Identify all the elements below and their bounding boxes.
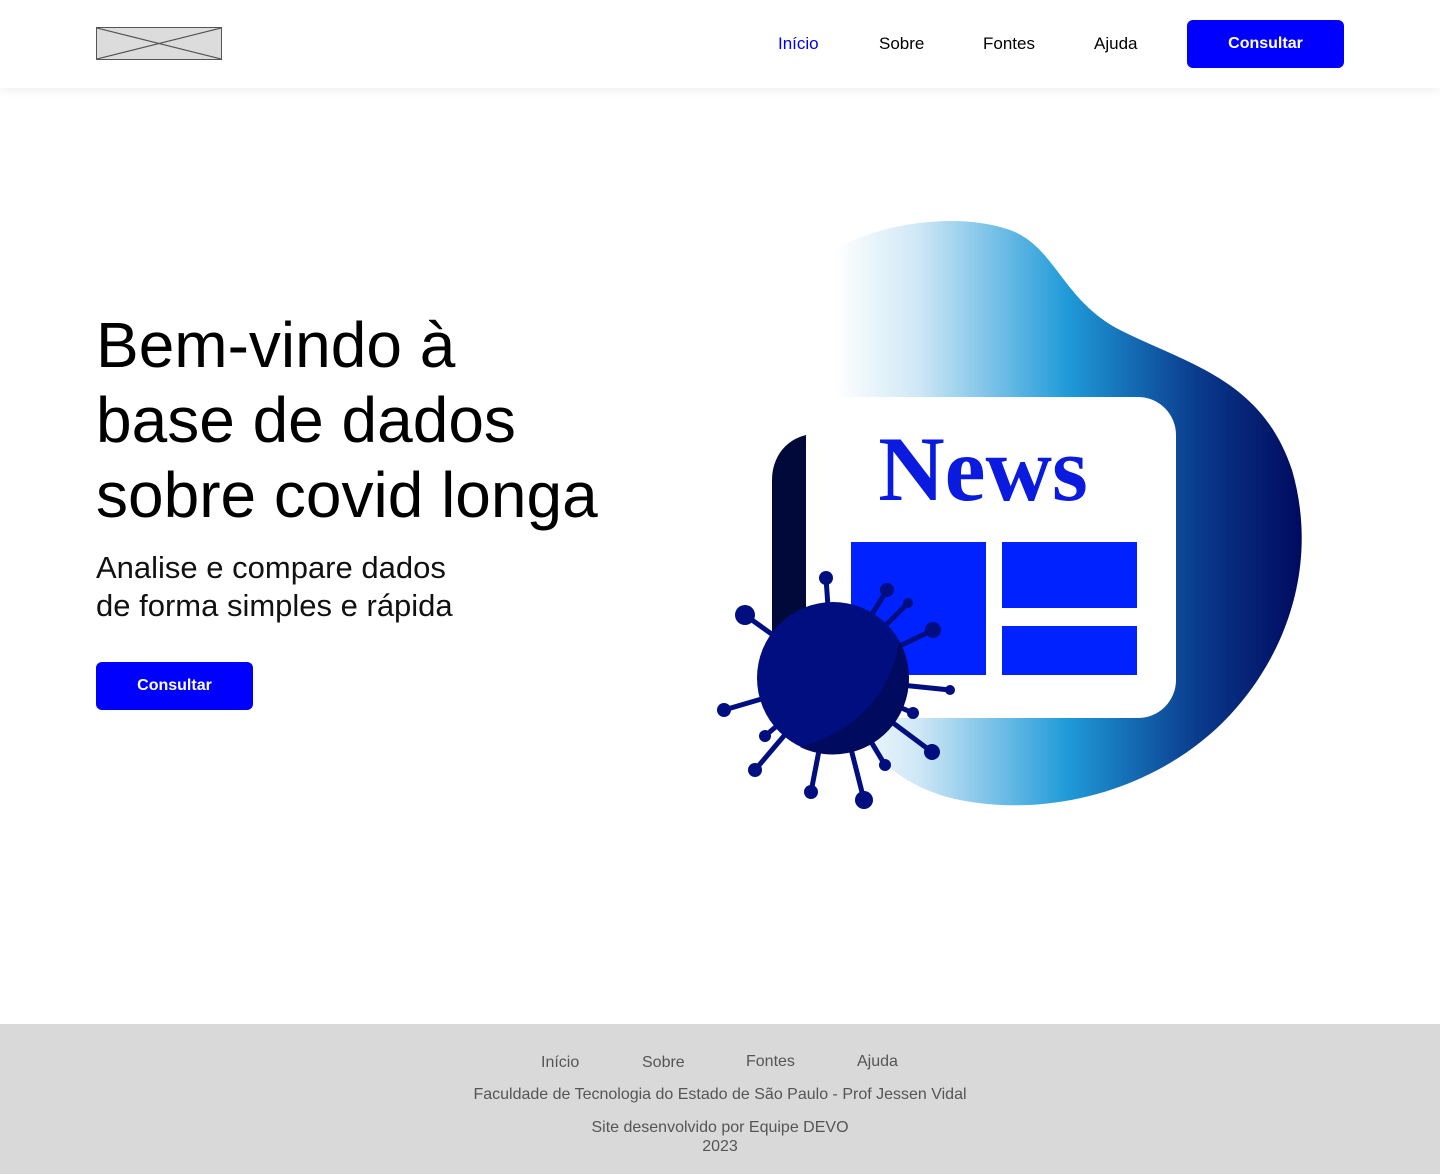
hero-consultar-button[interactable]: Consultar — [96, 662, 253, 710]
footer-link-ajuda[interactable]: Ajuda — [857, 1052, 898, 1072]
nav-link-inicio[interactable]: Início — [778, 33, 819, 55]
hero-subtitle: Analise e compare dados de forma simples… — [96, 549, 596, 625]
nav-link-ajuda[interactable]: Ajuda — [1094, 33, 1137, 55]
footer-link-sobre[interactable]: Sobre — [642, 1053, 685, 1073]
hero-subtitle-line: Analise e compare dados — [96, 550, 446, 585]
site-footer: Início Sobre Fontes Ajuda Faculdade de T… — [0, 1024, 1440, 1174]
footer-year-text: 2023 — [702, 1138, 738, 1155]
header-consultar-button[interactable]: Consultar — [1187, 20, 1344, 68]
hero-subtitle-line: de forma simples e rápida — [96, 588, 453, 623]
site-header: Início Sobre Fontes Ajuda Consultar — [0, 0, 1440, 88]
footer-link-inicio[interactable]: Início — [541, 1053, 579, 1073]
footer-link-fontes[interactable]: Fontes — [746, 1052, 795, 1072]
covid-news-illustration: News — [717, 220, 1302, 809]
hero-title-line: Bem-vindo à — [96, 309, 456, 381]
hero-title-line: sobre covid longa — [96, 459, 598, 531]
logo-placeholder-icon[interactable] — [96, 27, 222, 60]
nav-link-fontes[interactable]: Fontes — [983, 33, 1035, 55]
footer-institution-text: Faculdade de Tecnologia do Estado de São… — [473, 1086, 967, 1103]
news-headline-text: News — [878, 418, 1088, 520]
hero-title: Bem-vindo à base de dados sobre covid lo… — [96, 308, 696, 533]
footer-credit-text: Site desenvolvido por Equipe DEVO — [591, 1119, 849, 1136]
hero-title-line: base de dados — [96, 384, 516, 456]
nav-link-sobre[interactable]: Sobre — [879, 33, 924, 55]
